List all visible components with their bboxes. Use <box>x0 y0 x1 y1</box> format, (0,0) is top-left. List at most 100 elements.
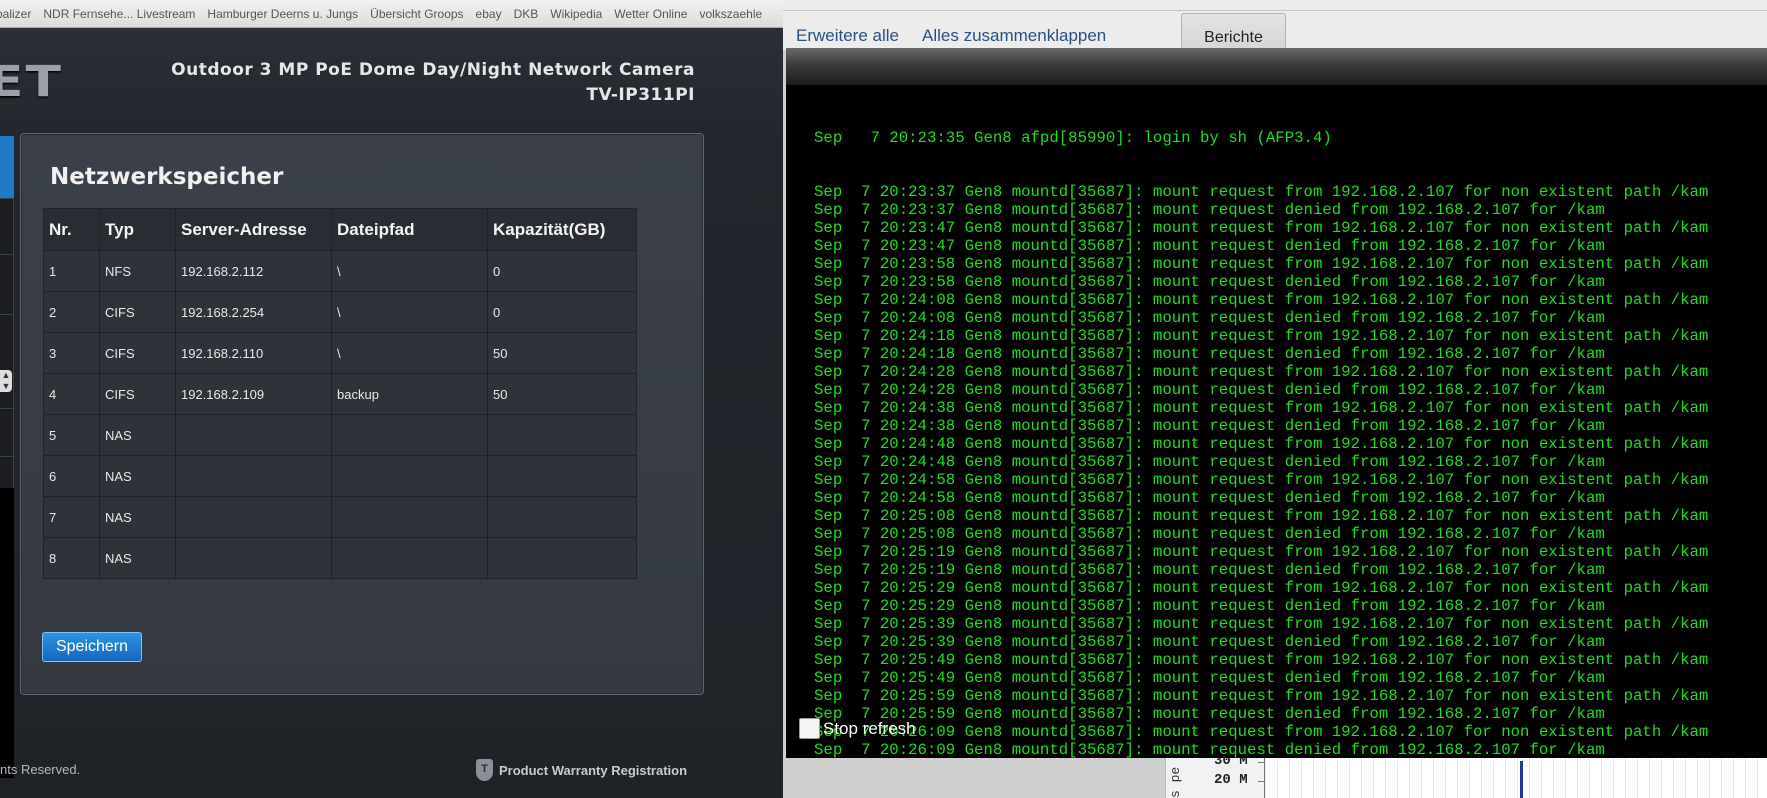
camera-web-interface: balizerNDR Fernsehe... LivestreamHamburg… <box>0 0 783 798</box>
table-row[interactable]: 6 NAS <box>43 455 637 497</box>
cell-server-address <box>175 496 332 538</box>
column-header-capacity: Kapazität(GB) <box>487 208 637 251</box>
log-line: Sep 7 20:24:48 Gen8 mountd[35687]: mount… <box>814 453 1605 471</box>
sidebar-item-active[interactable] <box>0 136 14 198</box>
log-line: Sep 7 20:25:49 Gen8 mountd[35687]: mount… <box>814 651 1709 669</box>
log-dialog-titlebar[interactable] <box>786 48 1767 85</box>
log-line: Sep 7 20:23:58 Gen8 mountd[35687]: mount… <box>814 273 1605 291</box>
expand-all-link[interactable]: Erweitere alle <box>796 26 899 46</box>
log-line: Sep 7 20:24:48 Gen8 mountd[35687]: mount… <box>814 435 1709 453</box>
cell-server-address: 192.168.2.109 <box>175 373 332 415</box>
cell-capacity: 0 <box>487 291 637 333</box>
log-line: Sep 7 20:26:09 Gen8 mountd[35687]: mount… <box>814 723 1709 741</box>
column-header-nr: Nr. <box>43 208 100 251</box>
bookmark-item[interactable]: NDR Fernsehe... Livestream <box>27 7 203 21</box>
bookmark-item[interactable]: Hamburger Deerns u. Jungs <box>191 7 366 21</box>
cell-capacity: 0 <box>487 250 637 292</box>
table-row[interactable]: 3 CIFS 192.168.2.110 \ 50 <box>43 332 637 374</box>
cell-capacity: 50 <box>487 373 637 415</box>
cell-server-address: 192.168.2.254 <box>175 291 332 333</box>
log-line: Sep 7 20:24:18 Gen8 mountd[35687]: mount… <box>814 345 1605 363</box>
collapse-all-link[interactable]: Alles zusammenklappen <box>922 26 1106 46</box>
cell-file-path <box>331 496 488 538</box>
shield-icon: T <box>476 759 493 781</box>
log-line: Sep 7 20:26:09 Gen8 mountd[35687]: mount… <box>814 741 1605 758</box>
log-line: Sep 7 20:24:38 Gen8 mountd[35687]: mount… <box>814 399 1709 417</box>
log-line: Sep 7 20:25:59 Gen8 mountd[35687]: mount… <box>814 705 1605 723</box>
log-line: Sep 7 20:25:29 Gen8 mountd[35687]: mount… <box>814 597 1605 615</box>
cell-type: NAS <box>99 414 176 456</box>
graph-plot-area <box>1264 758 1767 798</box>
log-line: Sep 7 20:25:19 Gen8 mountd[35687]: mount… <box>814 543 1709 561</box>
cell-file-path <box>331 537 488 579</box>
log-line: Sep 7 20:24:28 Gen8 mountd[35687]: mount… <box>814 363 1709 381</box>
sidebar-divider <box>0 408 14 409</box>
log-line: Sep 7 20:25:49 Gen8 mountd[35687]: mount… <box>814 669 1605 687</box>
log-line: Sep 7 20:24:38 Gen8 mountd[35687]: mount… <box>814 417 1605 435</box>
product-title: Outdoor 3 MP PoE Dome Day/Night Network … <box>171 58 695 108</box>
log-line: Sep 7 20:24:58 Gen8 mountd[35687]: mount… <box>814 489 1605 507</box>
log-line: Sep 7 20:25:39 Gen8 mountd[35687]: mount… <box>814 615 1709 633</box>
log-line: Sep 7 20:24:08 Gen8 mountd[35687]: mount… <box>814 291 1709 309</box>
cell-nr: 5 <box>43 414 100 456</box>
table-row[interactable]: 1 NFS 192.168.2.112 \ 0 <box>43 250 637 292</box>
log-line: Sep 7 20:23:47 Gen8 mountd[35687]: mount… <box>814 219 1709 237</box>
sidebar-menu: ▲ ▼ <box>0 136 14 778</box>
column-header-type: Typ <box>99 208 176 251</box>
product-model: TV-IP311PI <box>586 85 695 105</box>
tab-reports[interactable]: Berichte <box>1181 13 1286 50</box>
warranty-registration-link[interactable]: T Product Warranty Registration <box>476 759 687 781</box>
log-line: Sep 7 20:24:28 Gen8 mountd[35687]: mount… <box>814 381 1605 399</box>
log-line: Sep 7 20:25:08 Gen8 mountd[35687]: mount… <box>814 507 1709 525</box>
cell-capacity <box>487 455 637 497</box>
stop-refresh-checkbox[interactable] <box>799 718 820 739</box>
log-line: Sep 7 20:23:37 Gen8 mountd[35687]: mount… <box>814 183 1709 201</box>
column-header-server-address: Server-Adresse <box>175 208 332 251</box>
cell-server-address <box>175 455 332 497</box>
cell-file-path: \ <box>331 291 488 333</box>
table-row[interactable]: 8 NAS <box>43 537 637 579</box>
table-row[interactable]: 5 NAS <box>43 414 637 456</box>
cell-type: NFS <box>99 250 176 292</box>
column-header-file-path: Dateipfad <box>331 208 488 251</box>
cell-server-address <box>175 537 332 579</box>
cell-server-address: 192.168.2.110 <box>175 332 332 374</box>
log-line: Sep 7 20:24:18 Gen8 mountd[35687]: mount… <box>814 327 1709 345</box>
bookmark-item[interactable]: Wetter Online <box>598 7 695 21</box>
traffic-graph: s pe 30 M 20 M <box>1165 758 1767 798</box>
cell-nr: 1 <box>43 250 100 292</box>
log-line: Sep 7 20:23:58 Gen8 mountd[35687]: mount… <box>814 255 1709 273</box>
network-storage-panel: Netzwerkspeicher Nr. Typ Server-Adresse … <box>20 133 704 695</box>
stop-refresh-toggle[interactable]: Stop refresh <box>799 718 916 739</box>
brand-logo: ET <box>0 57 63 107</box>
save-button[interactable]: Speichern <box>42 632 142 662</box>
cell-capacity <box>487 414 637 456</box>
log-line: Sep 7 20:25:08 Gen8 mountd[35687]: mount… <box>814 525 1605 543</box>
cell-file-path <box>331 414 488 456</box>
graph-y-axis-label: s pe <box>1168 766 1183 798</box>
reports-toolbar: Erweitere alle Alles zusammenklappen Ber… <box>783 0 1767 50</box>
cell-nr: 2 <box>43 291 100 333</box>
bookmark-item[interactable]: volkszaehle <box>683 7 770 21</box>
table-row[interactable]: 7 NAS <box>43 496 637 538</box>
table-header-row: Nr. Typ Server-Adresse Dateipfad Kapazit… <box>43 208 637 251</box>
cell-nr: 3 <box>43 332 100 374</box>
log-viewer[interactable]: Sep 7 20:23:35 Gen8 afpd[85990]: login b… <box>786 85 1767 758</box>
cell-nr: 4 <box>43 373 100 415</box>
sidebar-scroll-stepper-icon[interactable]: ▲ ▼ <box>0 370 12 392</box>
footer-copyright: nts Reserved. <box>0 762 81 777</box>
bookmark-item[interactable]: Übersicht Groops <box>354 7 471 21</box>
cell-nr: 6 <box>43 455 100 497</box>
cell-file-path <box>331 455 488 497</box>
cell-nr: 8 <box>43 537 100 579</box>
cell-capacity <box>487 537 637 579</box>
log-line: Sep 7 20:25:59 Gen8 mountd[35687]: mount… <box>814 687 1709 705</box>
stop-refresh-label[interactable]: Stop refresh <box>823 719 916 739</box>
warranty-label[interactable]: Product Warranty Registration <box>499 763 687 778</box>
cell-type: CIFS <box>99 373 176 415</box>
table-row[interactable]: 4 CIFS 192.168.2.109 backup 50 <box>43 373 637 415</box>
sidebar-divider <box>0 254 14 255</box>
panel-title: Netzwerkspeicher <box>50 164 284 190</box>
log-line-partial: Sep 7 20:23:35 Gen8 afpd[85990]: login b… <box>814 129 1332 147</box>
table-row[interactable]: 2 CIFS 192.168.2.254 \ 0 <box>43 291 637 333</box>
